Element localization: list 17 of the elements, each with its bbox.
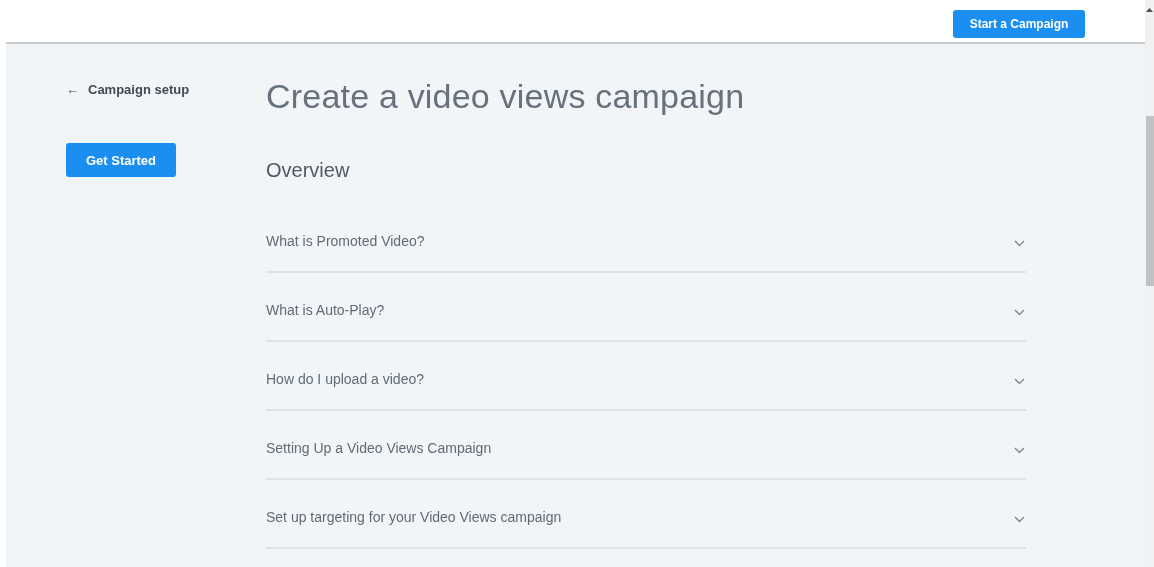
page-title: Create a video views campaign xyxy=(266,77,746,116)
faq-item[interactable]: Setting Up a Video Views Campaign xyxy=(266,411,1026,478)
chevron-down-icon xyxy=(1014,240,1025,247)
faq-item[interactable]: Set up targeting for your Video Views campaign xyxy=(266,480,1026,547)
scrollbar[interactable] xyxy=(1145,0,1154,567)
faq-item[interactable]: What is Auto-Play? xyxy=(266,273,1026,340)
section-title: Overview xyxy=(266,159,351,182)
faq-item[interactable]: How do I upload a video? xyxy=(266,342,1026,409)
chevron-down-icon xyxy=(1014,309,1025,316)
scroll-up-icon[interactable] xyxy=(1146,8,1153,12)
chevron-down-icon xyxy=(1014,447,1025,454)
start-campaign-button[interactable]: Start a Campaign xyxy=(953,10,1085,38)
get-started-button[interactable]: Get Started xyxy=(66,143,176,177)
chevron-down-icon xyxy=(1014,378,1025,385)
faq-item[interactable]: What is Promoted Video? xyxy=(266,204,1026,271)
back-link[interactable]: ← Campaign setup xyxy=(66,82,190,97)
chevron-down-icon xyxy=(1014,516,1025,523)
